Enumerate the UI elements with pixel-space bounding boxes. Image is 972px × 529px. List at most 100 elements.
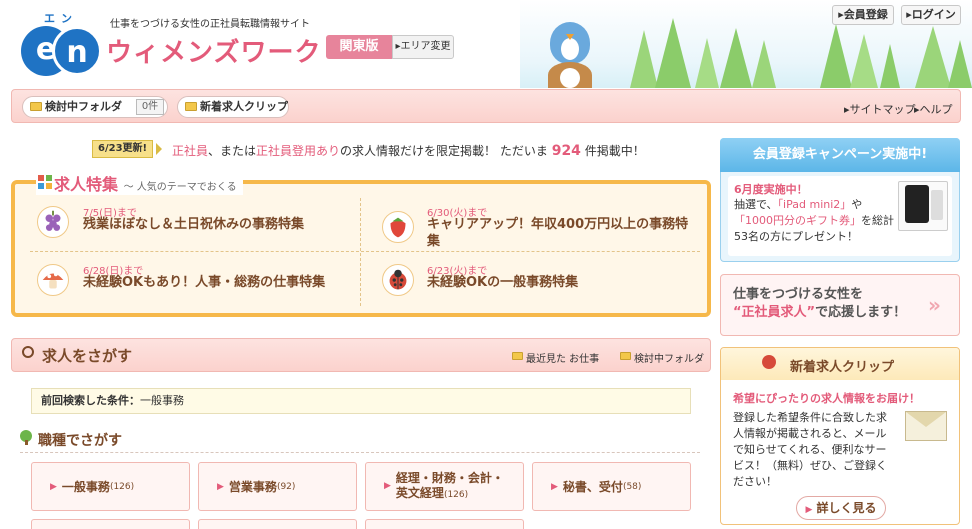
clip-subtitle: 希望にぴったりの求人情報をお届け！ <box>733 392 920 405</box>
category-secretary[interactable]: ▶ 秘書、受付 (58) <box>532 462 691 511</box>
saved-count: 0件 <box>136 99 164 115</box>
folder-icon <box>185 102 197 111</box>
strawberry-icon <box>382 211 414 243</box>
logo-n[interactable]: n <box>52 26 102 76</box>
campaign-title: 会員登録キャンペーン実施中! <box>720 138 960 172</box>
category-next-row <box>365 519 524 529</box>
ipad-back <box>931 190 943 220</box>
category-accounting[interactable]: ▶ 経理・財務・会計・ 英文経理(126) <box>365 462 524 511</box>
campaign-text-a: 抽選で、 <box>734 198 778 211</box>
feature-subtitle: 〜 人気のテーマでおくる <box>123 182 237 193</box>
chevron-right-icon: » <box>928 293 941 317</box>
login-button[interactable]: ▸ログイン <box>901 5 961 25</box>
previous-search-value: 一般事務 <box>140 394 184 407</box>
clip-text: 登録した希望条件に合致した求人情報が掲載されると、メールで知らせてくれる、便利な… <box>733 411 887 488</box>
category-next-row <box>31 519 190 529</box>
area-change-label: エリア変更 <box>400 41 451 52</box>
detail-button-label: 詳しく見る <box>816 501 877 515</box>
mushroom-icon <box>37 264 69 296</box>
previous-search-label: 前回検索した条件： <box>41 394 140 407</box>
help-link[interactable]: ▸ヘルプ <box>914 101 953 117</box>
campaign-text-b: や <box>851 198 863 211</box>
clip-title: 新着求人クリップ <box>790 360 895 375</box>
bird-belly <box>561 38 579 60</box>
logo-ruby: エン <box>44 12 78 25</box>
intro-text: 正社員、または正社員登用ありの求人情報だけを限定掲載！ ただいま 924 件掲載… <box>172 142 645 159</box>
envelope-flap <box>906 412 946 427</box>
site-header: エン e n 仕事をつづける女性の正社員転職情報サイト ウィメンズワーク 関東版… <box>0 0 972 88</box>
feature-title: 求人特集 〜 人気のテーマでおくる <box>36 171 243 195</box>
ipad-screen <box>905 185 929 223</box>
tagline: 仕事をつづける女性の正社員転職情報サイト <box>110 19 310 30</box>
sitemap-label: サイトマップ <box>849 103 916 116</box>
help-label: ヘルプ <box>919 103 953 116</box>
folder-link-label: 検討中フォルダ <box>634 354 704 365</box>
feature-divider <box>360 198 361 306</box>
recent-jobs-link[interactable]: 最近見た お仕事 <box>512 350 599 365</box>
intro-part4: の求人情報だけを限定掲載！ ただいま <box>340 144 548 158</box>
tree-trunk <box>25 440 28 445</box>
intro-toyo: 正社員登用あり <box>256 144 341 158</box>
category-name: 秘書、受付 <box>562 480 623 494</box>
feature-title-text: 求人特集 <box>54 175 119 194</box>
campaign-highlight-2: 「1000円分のギフト券」 <box>734 214 861 227</box>
area-change-button[interactable]: ▸エリア変更 <box>392 35 454 59</box>
feature-hdivider <box>30 251 700 252</box>
previous-search[interactable]: 前回検索した条件：一般事務 <box>31 388 691 414</box>
category-count: (92) <box>276 481 296 492</box>
promo-text: 仕事をつづける女性を “正社員求人”で応援します！ <box>733 286 906 322</box>
ladybug-icon <box>762 355 776 369</box>
promo-line1: 仕事をつづける女性を <box>733 287 864 302</box>
site-name-logo[interactable]: ウィメンズワーク <box>106 32 321 69</box>
category-general-office[interactable]: ▶ 一般事務 (126) <box>31 462 190 511</box>
new-clip-label: 新着求人クリップ <box>200 100 288 113</box>
intro-seishain: 正社員 <box>172 144 209 158</box>
folder-icon <box>30 102 42 111</box>
feature-link-4[interactable]: 未経験OKの一般事務特集 <box>427 274 692 291</box>
login-label: ログイン <box>911 8 956 21</box>
job-type-divider <box>20 452 700 453</box>
ladybug-icon <box>382 264 414 296</box>
new-clip-button[interactable]: 新着求人クリップ <box>177 96 289 118</box>
intro-part5: 件掲載中！ <box>584 144 645 158</box>
update-badge-arrow <box>156 143 162 155</box>
campaign-text: 抽選で、「iPad mini2」や「1000円分のギフト券」を総計53名の方にプ… <box>734 197 894 245</box>
nav-bar: 検討中フォルダ 0件 新着求人クリップ ▸サイトマップ ▸ヘルプ <box>11 89 961 123</box>
bird-beak <box>566 34 574 40</box>
folder-link[interactable]: 検討中フォルダ <box>620 350 704 365</box>
category-count: (58) <box>622 481 642 492</box>
promo-line2: で応援します！ <box>815 305 907 320</box>
category-name: 営業事務 <box>228 480 277 494</box>
dog-face <box>560 68 580 88</box>
campaign-highlight-1: 「iPad mini2」 <box>777 198 852 211</box>
folder-icon <box>620 352 631 360</box>
job-count: 924 <box>551 143 581 159</box>
update-badge: 6/23更新! <box>92 140 154 158</box>
campaign-month: 6月度実施中！ <box>734 183 808 196</box>
category-count: (126) <box>443 489 469 500</box>
saved-folder-label: 検討中フォルダ <box>45 100 122 113</box>
register-button[interactable]: ▸会員登録 <box>832 5 894 25</box>
grape-icon <box>37 206 69 238</box>
magnifier-icon <box>22 346 34 358</box>
region-badge: 関東版 <box>326 35 392 59</box>
windows-icon <box>38 175 52 189</box>
detail-button[interactable]: ▶ 詳しく見る <box>796 496 886 520</box>
feature-link-1[interactable]: 残業ほぼなし＆土日祝休みの事務特集 <box>83 216 348 233</box>
feature-link-2[interactable]: キャリアアップ！年収400万円以上の事務特集 <box>427 216 692 250</box>
promo-quote: “正社員求人” <box>733 305 816 320</box>
search-title: 求人をさがす <box>42 347 133 365</box>
category-name: 経理・財務・会計・ <box>395 470 504 485</box>
category-name: 一般事務 <box>61 480 110 494</box>
category-sales-office[interactable]: ▶ 営業事務 (92) <box>198 462 357 511</box>
category-name-2: 英文経理 <box>395 485 444 500</box>
job-type-title: 職種でさがす <box>38 433 122 449</box>
feature-link-3[interactable]: 未経験OKもあり！人事・総務の仕事特集 <box>83 274 348 291</box>
recent-jobs-label: 最近見た お仕事 <box>526 354 600 365</box>
intro-part2: 、または <box>208 144 257 158</box>
sitemap-link[interactable]: ▸サイトマップ <box>844 101 916 117</box>
register-label: 会員登録 <box>843 8 888 21</box>
category-count: (126) <box>109 481 135 492</box>
category-next-row <box>198 519 357 529</box>
folder-icon <box>512 352 523 360</box>
